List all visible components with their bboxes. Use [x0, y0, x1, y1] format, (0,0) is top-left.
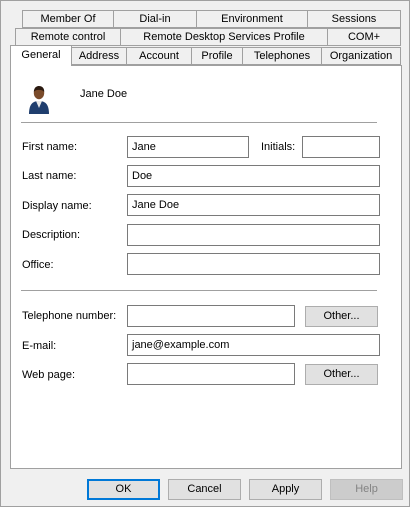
tab-general[interactable]: General	[10, 45, 72, 66]
tab-remote-desktop-services-profile[interactable]: Remote Desktop Services Profile	[120, 28, 328, 46]
first-name-input[interactable]: Jane	[127, 136, 249, 158]
display-name-label: Display name:	[22, 200, 92, 212]
telephone-number-input[interactable]	[127, 305, 295, 327]
last-name-input[interactable]: Doe	[127, 165, 380, 187]
tab-sessions[interactable]: Sessions	[307, 10, 401, 28]
first-name-label: First name:	[22, 141, 78, 153]
apply-button[interactable]: Apply	[249, 479, 322, 500]
display-name-input[interactable]: Jane Doe	[127, 194, 380, 216]
tab-organization[interactable]: Organization	[321, 47, 401, 65]
web-page-other-button[interactable]: Other...	[305, 364, 378, 385]
description-label: Description:	[22, 229, 81, 241]
tab-member-of[interactable]: Member Of	[22, 10, 114, 28]
tab-remote-control[interactable]: Remote control	[15, 28, 121, 46]
user-icon	[29, 86, 49, 114]
initials-label: Initials:	[261, 141, 296, 153]
tab-telephones[interactable]: Telephones	[242, 47, 322, 65]
web-page-label: Web page:	[22, 369, 76, 381]
office-label: Office:	[22, 259, 54, 271]
telephone-number-label: Telephone number:	[22, 310, 117, 322]
tab-com-plus[interactable]: COM+	[327, 28, 401, 46]
email-input[interactable]: jane@example.com	[127, 334, 380, 356]
tab-dial-in[interactable]: Dial-in	[113, 10, 197, 28]
web-page-input[interactable]	[127, 363, 295, 385]
telephone-other-button[interactable]: Other...	[305, 306, 378, 327]
description-input[interactable]	[127, 224, 380, 246]
tab-environment[interactable]: Environment	[196, 10, 308, 28]
tab-account[interactable]: Account	[126, 47, 192, 65]
email-label: E-mail:	[22, 340, 57, 352]
separator-top	[21, 122, 377, 123]
general-tab-panel: Jane Doe First name: Jane Initials: Last…	[10, 65, 402, 469]
ok-button[interactable]: OK	[87, 479, 160, 500]
help-button: Help	[330, 479, 403, 500]
last-name-label: Last name:	[22, 170, 77, 182]
tab-address[interactable]: Address	[71, 47, 127, 65]
cancel-button[interactable]: Cancel	[168, 479, 241, 500]
separator-middle	[21, 290, 377, 291]
tab-profile[interactable]: Profile	[191, 47, 243, 65]
office-input[interactable]	[127, 253, 380, 275]
user-display-name: Jane Doe	[80, 88, 128, 100]
initials-input[interactable]	[302, 136, 380, 158]
